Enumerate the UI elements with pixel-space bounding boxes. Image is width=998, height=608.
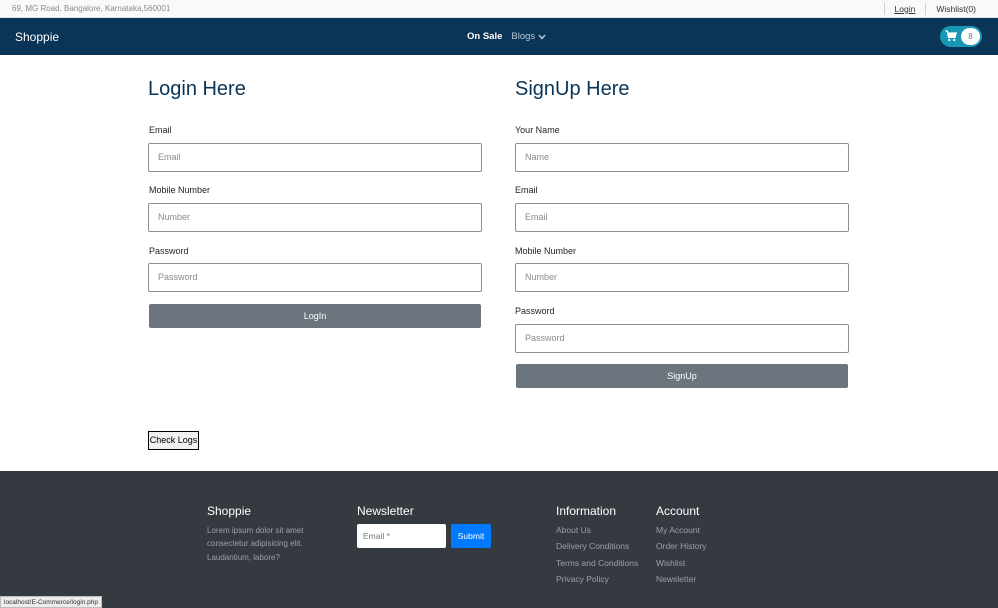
- chevron-down-icon: [538, 34, 546, 40]
- footer-link-wishlist[interactable]: Wishlist: [656, 558, 685, 568]
- footer-link-about-us[interactable]: About Us: [556, 525, 591, 535]
- login-heading: Login Here: [148, 78, 246, 100]
- footer-link-delivery-conditions[interactable]: Delivery Conditions: [556, 541, 629, 551]
- footer-brand-text-line: Laudantium, labore?: [207, 553, 280, 562]
- top-bar: 69, MG Road, Bangalore, Karnataka,560001…: [0, 0, 998, 18]
- cart-icon: [945, 30, 957, 42]
- footer-link-my-account[interactable]: My Account: [656, 525, 700, 535]
- login-email-input[interactable]: Email: [148, 143, 482, 172]
- top-links: Login Wishlist(0): [883, 3, 976, 15]
- nav-on-sale[interactable]: On Sale: [467, 31, 502, 42]
- login-mobile-label: Mobile Number: [149, 185, 211, 195]
- account-heading: Account: [656, 504, 700, 518]
- login-button[interactable]: LogIn: [149, 304, 481, 328]
- nav-blogs-label: Blogs: [511, 31, 536, 42]
- footer-link-terms[interactable]: Terms and Conditions: [556, 558, 638, 568]
- signup-heading: SignUp Here: [515, 78, 630, 100]
- footer-link-privacy-policy[interactable]: Privacy Policy: [556, 574, 609, 584]
- cart-button[interactable]: 8: [940, 26, 982, 47]
- signup-name-label: Your Name: [515, 125, 560, 135]
- footer-brand: Shoppie: [207, 504, 252, 518]
- newsletter-heading: Newsletter: [357, 504, 414, 518]
- brand-logo[interactable]: Shoppie: [15, 30, 59, 44]
- signup-name-input[interactable]: Name: [515, 143, 849, 172]
- store-address: 69, MG Road, Bangalore, Karnataka,560001: [12, 4, 171, 13]
- information-heading: Information: [556, 504, 617, 518]
- browser-status-url: localhost/E-Commerce/login.php: [0, 596, 102, 608]
- cart-count-badge: 8: [961, 28, 980, 45]
- nav-links: On Sale Blogs: [467, 31, 546, 42]
- footer: Shoppie Lorem ipsum dolor sit amet conse…: [0, 471, 998, 608]
- nav-blogs-dropdown[interactable]: Blogs: [511, 31, 546, 42]
- signup-mobile-label: Mobile Number: [515, 246, 577, 256]
- divider: [883, 3, 885, 15]
- signup-email-input[interactable]: Email: [515, 203, 849, 232]
- check-logs-button[interactable]: Check Logs: [148, 431, 199, 450]
- signup-button[interactable]: SignUp: [516, 364, 848, 388]
- footer-link-newsletter[interactable]: Newsletter: [656, 574, 696, 584]
- divider: [925, 3, 927, 15]
- footer-brand-text-line: Lorem ipsum dolor sit amet: [207, 526, 304, 535]
- newsletter-submit-button[interactable]: Submit: [451, 524, 491, 548]
- footer-link-order-history[interactable]: Order History: [656, 541, 707, 551]
- login-link[interactable]: Login: [895, 4, 916, 14]
- login-password-input[interactable]: Password: [148, 263, 482, 292]
- newsletter-email-input[interactable]: Email *: [357, 524, 446, 548]
- footer-brand-text-line: consectetur adipisicing elit.: [207, 539, 303, 548]
- login-password-label: Password: [149, 246, 189, 256]
- signup-mobile-input[interactable]: Number: [515, 263, 849, 292]
- signup-password-label: Password: [515, 306, 555, 316]
- navbar: Shoppie On Sale Blogs 8: [0, 18, 998, 55]
- signup-email-label: Email: [515, 185, 538, 195]
- signup-password-input[interactable]: Password: [515, 324, 849, 353]
- login-email-label: Email: [149, 125, 172, 135]
- login-mobile-input[interactable]: Number: [148, 203, 482, 232]
- wishlist-link[interactable]: Wishlist(0): [936, 4, 976, 14]
